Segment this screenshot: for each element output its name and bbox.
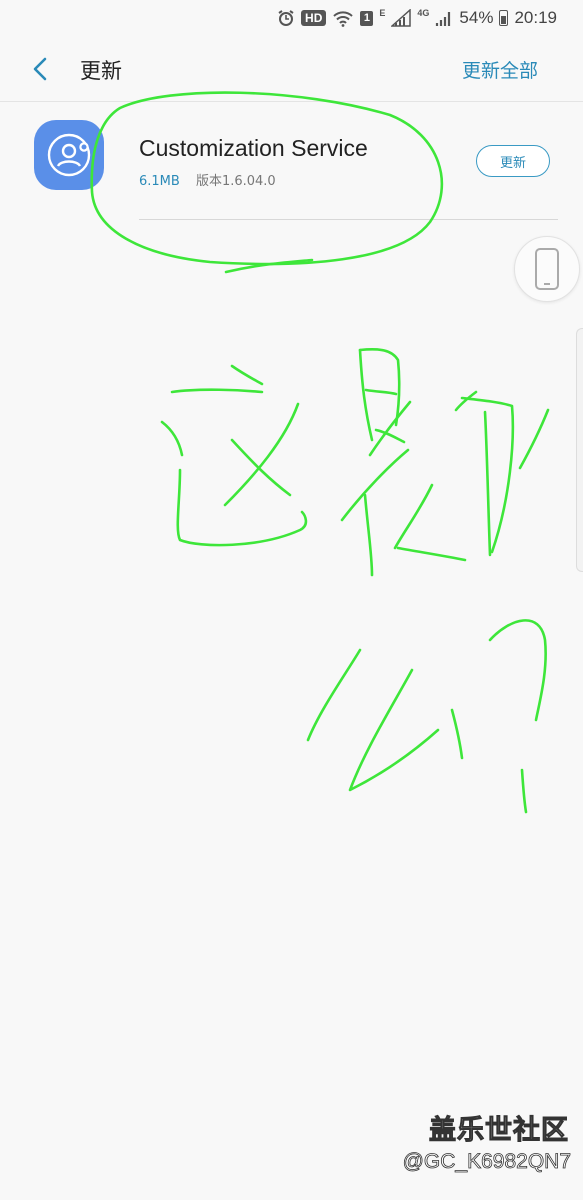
app-size: 6.1MB xyxy=(139,174,180,189)
hd-badge: HD xyxy=(301,10,327,26)
status-bar: HD 1 E 4G 54% 20:19 xyxy=(0,0,583,36)
battery-percent: 54% xyxy=(459,8,494,27)
clock: 20:19 xyxy=(514,8,557,27)
customization-service-icon xyxy=(34,120,104,190)
edge-panel-handle[interactable] xyxy=(576,328,583,572)
app-name: Customization Service xyxy=(139,135,368,161)
wifi-icon xyxy=(332,9,354,27)
back-arrow-icon xyxy=(33,57,47,81)
alarm-icon xyxy=(277,9,295,27)
network-type-e: E xyxy=(379,8,386,18)
update-all-button[interactable]: 更新全部 xyxy=(462,56,538,83)
divider xyxy=(139,219,558,220)
watermark-username: @GC_K6982QN7 xyxy=(402,1150,571,1174)
signal-icon xyxy=(391,9,412,27)
phone-icon xyxy=(535,248,559,290)
app-meta: 6.1MB 版本1.6.04.0 xyxy=(139,170,276,189)
app-bar: 更新 更新全部 xyxy=(0,36,583,102)
network-type-4g: 4G xyxy=(417,8,430,18)
app-version: 版本1.6.04.0 xyxy=(195,174,276,189)
sim-badge: 1 xyxy=(360,10,374,26)
watermark-logo: 盖乐世社区 xyxy=(429,1115,569,1147)
update-button[interactable]: 更新 xyxy=(476,145,550,177)
signal-icon-2 xyxy=(435,9,453,27)
list-item[interactable]: Customization Service 6.1MB 版本1.6.04.0 更… xyxy=(0,102,583,222)
page-title: 更新 xyxy=(80,59,122,83)
back-button[interactable] xyxy=(22,54,58,84)
battery-icon xyxy=(499,10,509,26)
floating-phone-button[interactable] xyxy=(514,236,580,302)
